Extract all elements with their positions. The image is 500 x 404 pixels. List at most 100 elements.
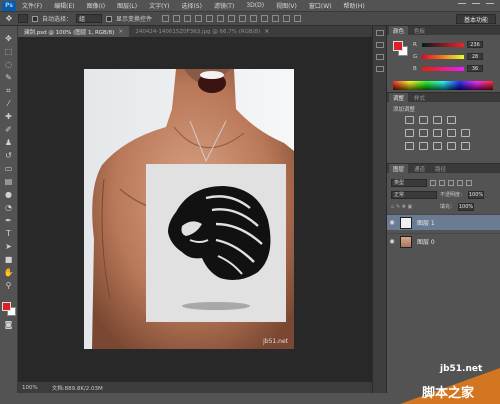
exposure-icon[interactable] xyxy=(447,116,456,124)
tab-paths[interactable]: 路径 xyxy=(431,164,450,173)
close-tab-icon[interactable]: × xyxy=(118,28,123,35)
shape-tool-icon[interactable]: ■ xyxy=(4,255,14,264)
blue-value-field[interactable]: 36 xyxy=(467,65,483,72)
menu-select[interactable]: 选择(S) xyxy=(175,1,208,10)
menu-layer[interactable]: 图层(L) xyxy=(111,1,143,10)
invert-icon[interactable] xyxy=(405,142,414,150)
red-slider[interactable] xyxy=(422,42,464,47)
character-panel-icon[interactable] xyxy=(375,66,384,72)
curves-icon[interactable] xyxy=(433,116,442,124)
distribute-right-icon[interactable] xyxy=(283,15,291,22)
menu-filter[interactable]: 滤镜(T) xyxy=(208,1,240,10)
auto-select-dropdown[interactable]: 组 xyxy=(76,14,103,23)
tab-active-document[interactable]: 澜剑.psd @ 100% (图层 1, RGB/8) × xyxy=(18,26,130,37)
pixel-filter-icon[interactable] xyxy=(430,179,436,186)
distribute-top-icon[interactable] xyxy=(228,15,236,22)
menu-window[interactable]: 窗口(W) xyxy=(303,1,338,10)
close-icon[interactable] xyxy=(486,2,494,9)
vibrance-icon[interactable] xyxy=(405,129,414,137)
align-right-icon[interactable] xyxy=(217,15,225,22)
eye-icon[interactable]: ◉ xyxy=(387,219,397,226)
dodge-tool-icon[interactable]: ◔ xyxy=(4,203,14,212)
align-top-icon[interactable] xyxy=(162,15,170,22)
menu-edit[interactable]: 编辑(E) xyxy=(48,1,80,10)
hue-saturation-icon[interactable] xyxy=(419,129,428,137)
distribute-middle-icon[interactable] xyxy=(239,15,247,22)
menu-image[interactable]: 图像(I) xyxy=(81,1,111,10)
layer-row-layer-1[interactable]: ◉ 图层 1 xyxy=(387,214,500,230)
workspace-switcher[interactable]: 基本功能 xyxy=(456,14,496,24)
properties-panel-icon[interactable] xyxy=(375,42,384,48)
pen-tool-icon[interactable]: ✒ xyxy=(4,216,14,225)
smart-object-filter-icon[interactable] xyxy=(466,179,472,186)
quick-mask-icon[interactable]: ◙ xyxy=(4,320,14,329)
eye-icon[interactable]: ◉ xyxy=(387,238,397,245)
marquee-tool-icon[interactable]: ⬚ xyxy=(4,47,14,56)
selective-color-icon[interactable] xyxy=(461,142,470,150)
eyedropper-tool-icon[interactable]: ⁄ xyxy=(4,99,14,108)
tab-adjustments[interactable]: 调整 xyxy=(389,93,409,102)
color-balance-icon[interactable] xyxy=(433,129,442,137)
foreground-color-swatch[interactable] xyxy=(1,302,11,311)
align-middle-icon[interactable] xyxy=(173,15,181,22)
color-spectrum-bar[interactable] xyxy=(393,81,493,90)
adjustment-filter-icon[interactable] xyxy=(439,179,445,186)
tab-color[interactable]: 颜色 xyxy=(389,26,409,35)
blur-tool-icon[interactable]: ● xyxy=(4,190,14,199)
tab-styles[interactable]: 样式 xyxy=(410,93,429,102)
opacity-field[interactable]: 100% xyxy=(468,190,485,199)
tab-swatches[interactable]: 色板 xyxy=(410,26,429,35)
levels-icon[interactable] xyxy=(419,116,428,124)
layer-filter-dropdown[interactable]: 类型 xyxy=(391,178,427,187)
history-panel-icon[interactable] xyxy=(375,30,384,36)
posterize-icon[interactable] xyxy=(419,142,428,150)
tab-inactive-document[interactable]: 240424-140615Z0F363.jpg @ 66.7% (RGB/8) … xyxy=(129,26,275,37)
canvas-area[interactable]: jb51.net xyxy=(18,37,372,381)
tab-channels[interactable]: 通道 xyxy=(410,164,429,173)
align-bottom-icon[interactable] xyxy=(184,15,192,22)
show-transform-checkbox[interactable] xyxy=(106,15,113,22)
tab-layers[interactable]: 图层 xyxy=(389,164,409,173)
eraser-tool-icon[interactable]: ▭ xyxy=(4,164,14,173)
hand-tool-icon[interactable]: ✋ xyxy=(4,268,14,277)
blend-mode-dropdown[interactable]: 正常 xyxy=(391,190,437,199)
distribute-bottom-icon[interactable] xyxy=(250,15,258,22)
distribute-center-icon[interactable] xyxy=(272,15,280,22)
layer-1-lion-graphic[interactable] xyxy=(146,164,286,322)
menu-type[interactable]: 文字(Y) xyxy=(143,1,175,10)
brush-tool-icon[interactable]: ✐ xyxy=(4,125,14,134)
lasso-tool-icon[interactable]: ◌ xyxy=(4,60,14,69)
zoom-level[interactable]: 100% xyxy=(22,385,38,391)
type-tool-icon[interactable]: T xyxy=(4,229,14,238)
info-panel-icon[interactable] xyxy=(375,54,384,60)
gradient-tool-icon[interactable]: ▤ xyxy=(4,177,14,186)
move-tool-icon[interactable]: ✥ xyxy=(4,14,14,23)
close-tab-icon[interactable]: × xyxy=(264,28,269,35)
photo-filter-icon[interactable] xyxy=(461,129,470,137)
align-center-icon[interactable] xyxy=(206,15,214,22)
tool-preset-picker[interactable] xyxy=(18,14,28,23)
align-left-icon[interactable] xyxy=(195,15,203,22)
move-tool-icon[interactable]: ✥ xyxy=(4,34,14,43)
shape-filter-icon[interactable] xyxy=(457,179,463,186)
green-value-field[interactable]: 28 xyxy=(467,53,483,60)
document-canvas[interactable]: jb51.net xyxy=(84,69,294,349)
history-brush-tool-icon[interactable]: ↺ xyxy=(4,151,14,160)
black-white-icon[interactable] xyxy=(447,129,456,137)
distribute-left-icon[interactable] xyxy=(261,15,269,22)
menu-file[interactable]: 文件(F) xyxy=(16,1,48,10)
auto-align-icon[interactable] xyxy=(294,15,302,22)
crop-tool-icon[interactable]: ⌗ xyxy=(4,86,14,95)
type-filter-icon[interactable] xyxy=(448,179,454,186)
auto-select-checkbox[interactable] xyxy=(32,15,38,22)
menu-view[interactable]: 视图(V) xyxy=(270,1,303,10)
minimize-icon[interactable] xyxy=(458,2,466,9)
brightness-contrast-icon[interactable] xyxy=(405,116,414,124)
path-selection-tool-icon[interactable]: ➤ xyxy=(4,242,14,251)
green-slider[interactable] xyxy=(422,54,464,59)
red-value-field[interactable]: 236 xyxy=(467,41,483,48)
zoom-tool-icon[interactable]: ⚲ xyxy=(4,281,14,290)
maximize-icon[interactable] xyxy=(472,2,480,9)
color-swatches[interactable] xyxy=(1,302,16,316)
menu-help[interactable]: 帮助(H) xyxy=(338,1,371,10)
